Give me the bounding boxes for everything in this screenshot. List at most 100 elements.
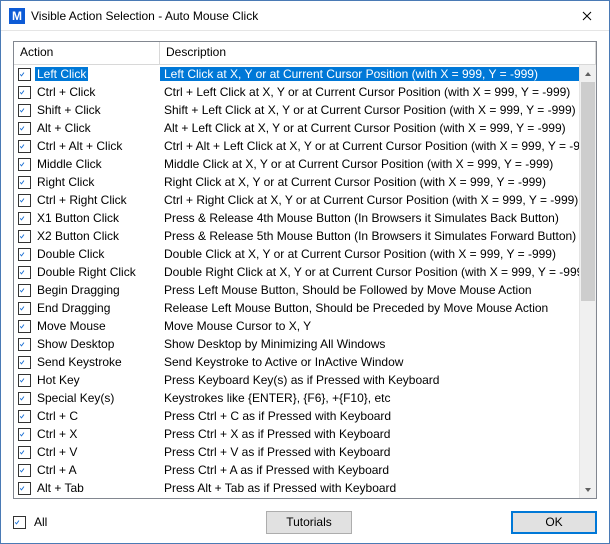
- row-checkbox[interactable]: [18, 482, 31, 495]
- window-title: Visible Action Selection - Auto Mouse Cl…: [31, 9, 564, 23]
- description-label: Release Left Mouse Button, Should be Pre…: [160, 301, 596, 315]
- row-checkbox[interactable]: [18, 248, 31, 261]
- list-item[interactable]: Alt + ClickAlt + Left Click at X, Y or a…: [14, 119, 596, 137]
- list-item[interactable]: Send Keystroke Send Keystroke to Active o…: [14, 353, 596, 371]
- description-label: Double Right Click at X, Y or at Current…: [160, 265, 596, 279]
- list-item[interactable]: Shift + ClickShift + Left Click at X, Y …: [14, 101, 596, 119]
- cell-action: Ctrl + V: [14, 445, 160, 459]
- list-item[interactable]: Begin DraggingPress Left Mouse Button, S…: [14, 281, 596, 299]
- list-item[interactable]: Ctrl + APress Ctrl + A as if Pressed wit…: [14, 461, 596, 479]
- cell-action: Ctrl + C: [14, 409, 160, 423]
- tutorials-button[interactable]: Tutorials: [266, 511, 352, 534]
- column-header-action[interactable]: Action: [14, 42, 160, 64]
- action-label: Ctrl + Right Click: [35, 193, 129, 207]
- list-item[interactable]: Show Desktop Show Desktop by Minimizing A…: [14, 335, 596, 353]
- row-checkbox[interactable]: [18, 428, 31, 441]
- action-label: Ctrl + X: [35, 427, 79, 441]
- row-checkbox[interactable]: [18, 446, 31, 459]
- description-label: Press Ctrl + C as if Pressed with Keyboa…: [160, 409, 596, 423]
- row-checkbox[interactable]: [18, 302, 31, 315]
- scroll-down-arrow-icon[interactable]: [580, 481, 596, 498]
- row-checkbox[interactable]: [18, 68, 31, 81]
- scroll-up-arrow-icon[interactable]: [580, 65, 596, 82]
- cell-action: Move Mouse: [14, 319, 160, 333]
- action-label: Double Click: [35, 247, 106, 261]
- action-label: Alt + Click: [35, 121, 93, 135]
- row-checkbox[interactable]: [18, 320, 31, 333]
- description-label: Ctrl + Left Click at X, Y or at Current …: [160, 85, 596, 99]
- list-item[interactable]: Middle ClickMiddle Click at X, Y or at C…: [14, 155, 596, 173]
- column-header-description[interactable]: Description: [160, 42, 596, 64]
- action-label: Left Click: [35, 67, 88, 81]
- cell-action: Double Click: [14, 247, 160, 261]
- row-checkbox[interactable]: [18, 230, 31, 243]
- cell-action: Alt + Click: [14, 121, 160, 135]
- row-checkbox[interactable]: [18, 410, 31, 423]
- list-item[interactable]: Double Click Double Click at X, Y or at C…: [14, 245, 596, 263]
- row-checkbox[interactable]: [18, 212, 31, 225]
- cell-action: Show Desktop: [14, 337, 160, 351]
- row-checkbox[interactable]: [18, 158, 31, 171]
- row-checkbox[interactable]: [18, 338, 31, 351]
- cell-action: Send Keystroke: [14, 355, 160, 369]
- row-checkbox[interactable]: [18, 194, 31, 207]
- list-item[interactable]: Left ClickLeft Click at X, Y or at Curre…: [14, 65, 596, 83]
- list-body: Left ClickLeft Click at X, Y or at Curre…: [14, 65, 596, 498]
- list-item[interactable]: Ctrl + ClickCtrl + Left Click at X, Y or…: [14, 83, 596, 101]
- description-label: Press Alt + Tab as if Pressed with Keybo…: [160, 481, 596, 495]
- action-label: End Dragging: [35, 301, 112, 315]
- row-checkbox[interactable]: [18, 464, 31, 477]
- row-checkbox[interactable]: [18, 122, 31, 135]
- close-icon: [582, 11, 592, 21]
- list-item[interactable]: End Dragging Release Left Mouse Button, S…: [14, 299, 596, 317]
- cell-action: Right Click: [14, 175, 160, 189]
- row-checkbox[interactable]: [18, 104, 31, 117]
- footer-row: All Tutorials OK: [13, 499, 597, 535]
- row-checkbox[interactable]: [18, 374, 31, 387]
- row-checkbox[interactable]: [18, 392, 31, 405]
- cell-action: Shift + Click: [14, 103, 160, 117]
- action-label: Special Key(s): [35, 391, 116, 405]
- description-label: Move Mouse Cursor to X, Y: [160, 319, 596, 333]
- scroll-thumb[interactable]: [581, 82, 595, 301]
- list-item[interactable]: Alt + Tab Press Alt + Tab as if Pressed w…: [14, 479, 596, 497]
- row-checkbox[interactable]: [18, 86, 31, 99]
- action-label: Alt + Tab: [35, 481, 86, 495]
- list-item[interactable]: Ctrl + Right ClickCtrl + Right Click at …: [14, 191, 596, 209]
- description-label: Double Click at X, Y or at Current Curso…: [160, 247, 596, 261]
- dialog-window: M Visible Action Selection - Auto Mouse …: [0, 0, 610, 544]
- row-checkbox[interactable]: [18, 266, 31, 279]
- list-item[interactable]: X1 Button ClickPress & Release 4th Mouse…: [14, 209, 596, 227]
- description-label: Send Keystroke to Active or InActive Win…: [160, 355, 596, 369]
- description-label: Show Desktop by Minimizing All Windows: [160, 337, 596, 351]
- list-item[interactable]: Ctrl + Alt + ClickCtrl + Alt + Left Clic…: [14, 137, 596, 155]
- list-item[interactable]: Ctrl + XPress Ctrl + X as if Pressed wit…: [14, 425, 596, 443]
- cell-action: X1 Button Click: [14, 211, 160, 225]
- action-list: Action Description Left ClickLeft Click …: [13, 41, 597, 499]
- row-checkbox[interactable]: [18, 140, 31, 153]
- all-checkbox[interactable]: All: [13, 515, 47, 529]
- list-item[interactable]: Special Key(s)Keystrokes like {ENTER}, {…: [14, 389, 596, 407]
- action-label: Ctrl + Alt + Click: [35, 139, 124, 153]
- ok-button[interactable]: OK: [511, 511, 597, 534]
- scroll-track[interactable]: [580, 82, 596, 481]
- list-item[interactable]: Right ClickRight Click at X, Y or at Cur…: [14, 173, 596, 191]
- list-item[interactable]: Move MouseMove Mouse Cursor to X, Y: [14, 317, 596, 335]
- list-item[interactable]: Hot KeyPress Keyboard Key(s) as if Press…: [14, 371, 596, 389]
- list-item[interactable]: Double Right Click Double Right Click at …: [14, 263, 596, 281]
- all-label: All: [34, 515, 47, 529]
- action-label: Ctrl + V: [35, 445, 79, 459]
- action-label: Show Desktop: [35, 337, 116, 351]
- row-checkbox[interactable]: [18, 176, 31, 189]
- action-label: Double Right Click: [35, 265, 138, 279]
- scrollbar[interactable]: [579, 65, 596, 498]
- action-label: Send Keystroke: [35, 355, 124, 369]
- list-item[interactable]: Ctrl + CPress Ctrl + C as if Pressed wit…: [14, 407, 596, 425]
- list-item[interactable]: Ctrl + VPress Ctrl + V as if Pressed wit…: [14, 443, 596, 461]
- row-checkbox[interactable]: [18, 356, 31, 369]
- list-item[interactable]: X2 Button ClickPress & Release 5th Mouse…: [14, 227, 596, 245]
- cell-action: Alt + Tab: [14, 481, 160, 495]
- row-checkbox[interactable]: [18, 284, 31, 297]
- close-button[interactable]: [564, 1, 609, 31]
- cell-action: Hot Key: [14, 373, 160, 387]
